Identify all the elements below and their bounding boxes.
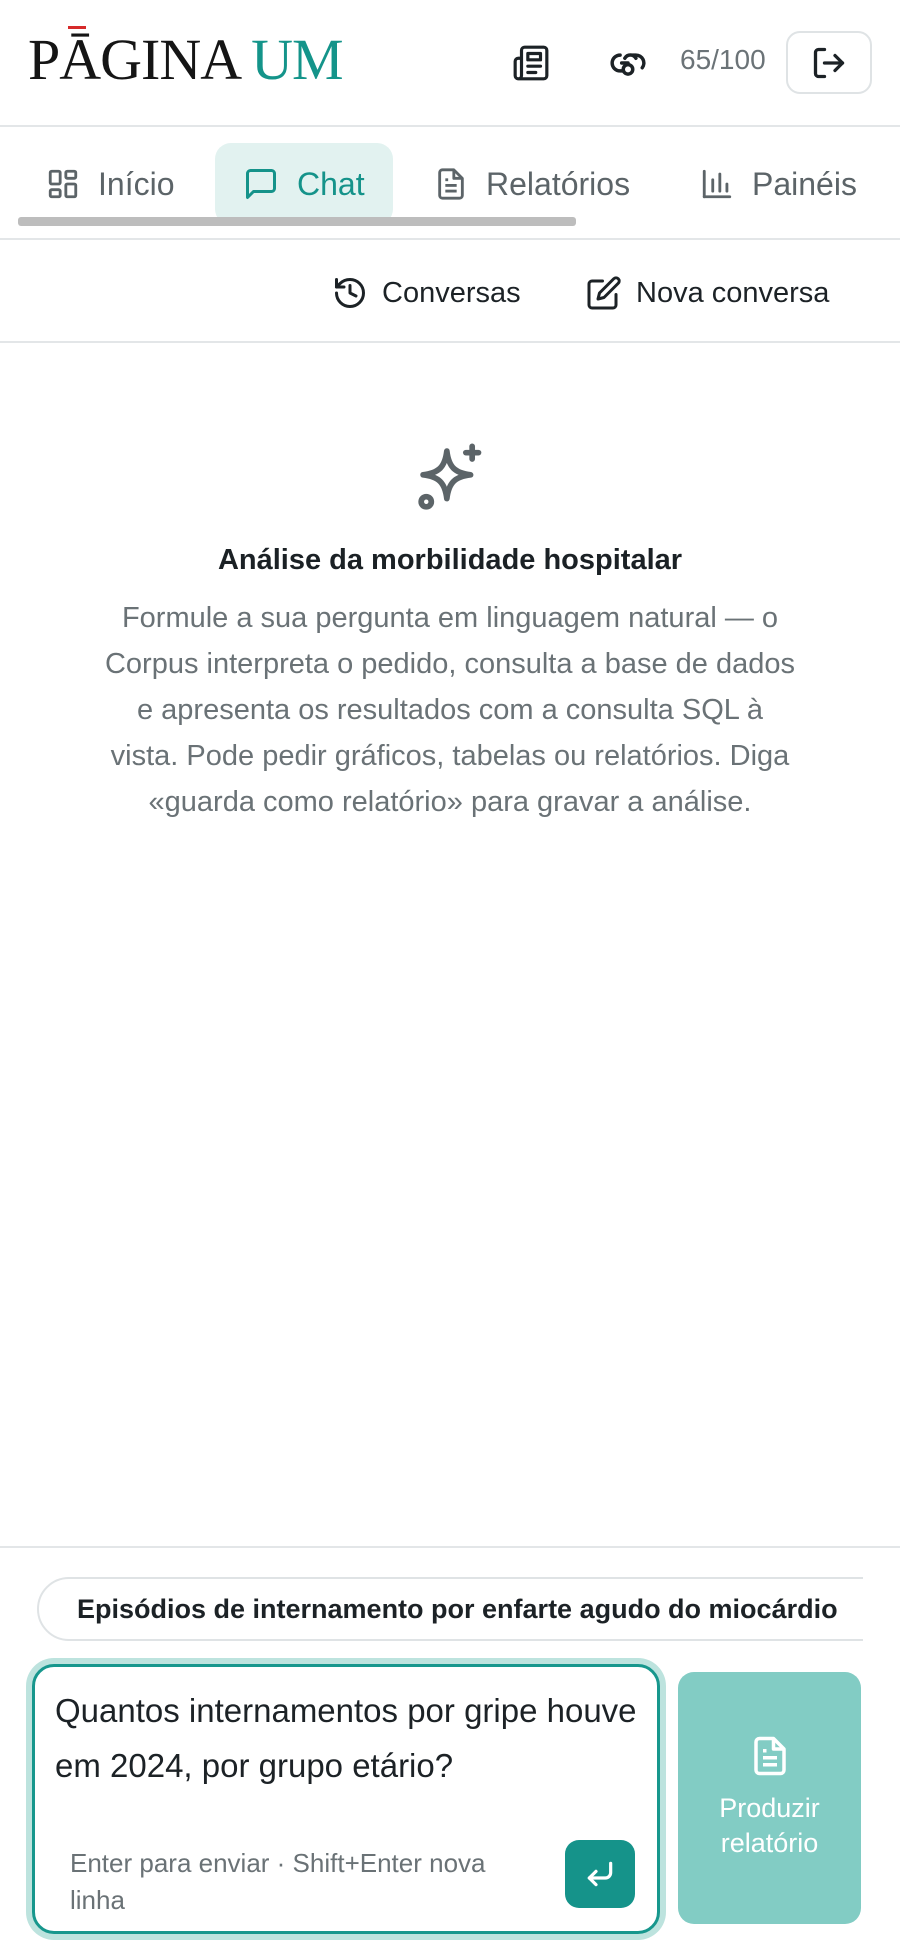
suggestions-strip: Episódios de internamento por enfarte ag… xyxy=(0,1548,863,1658)
conversations-button[interactable]: Conversas xyxy=(332,268,521,318)
produce-report-button[interactable]: Produzir relatório xyxy=(678,1672,861,1924)
empty-state: Análise da morbilidade hospitalar Formul… xyxy=(0,440,900,825)
tab-label: Relatórios xyxy=(486,165,631,202)
app-header: PĀGINA UM 65/100 xyxy=(0,0,900,127)
tab-label: Chat xyxy=(297,165,365,202)
edit-icon xyxy=(587,276,621,310)
usage-quota: 65/100 xyxy=(680,44,766,75)
logo-text-accent: UM xyxy=(251,27,343,92)
newspaper-icon[interactable] xyxy=(506,38,556,88)
report-button-line2: relatório xyxy=(720,1828,819,1858)
tab-inicio[interactable]: Início xyxy=(46,143,174,225)
chat-composer: Quantos internamentos por gripe houve em… xyxy=(32,1664,660,1934)
new-conversation-button[interactable]: Nova conversa xyxy=(586,268,829,318)
tab-label: Início xyxy=(98,165,175,202)
bar-chart-icon xyxy=(702,169,732,199)
sparkle-icon xyxy=(418,443,482,510)
document-icon xyxy=(438,168,464,200)
new-conversation-label: Nova conversa xyxy=(636,276,830,309)
chat-icon xyxy=(246,169,276,199)
send-button[interactable] xyxy=(565,1840,635,1908)
conversations-label: Conversas xyxy=(382,276,521,309)
composer-area: Episódios de internamento por enfarte ag… xyxy=(0,1546,900,1951)
tabs-scrollbar[interactable] xyxy=(18,217,576,226)
link-icon[interactable] xyxy=(603,38,653,88)
empty-state-title: Análise da morbilidade hospitalar xyxy=(217,544,683,576)
empty-state-description: Formule a sua pergunta em linguagem natu… xyxy=(104,602,796,818)
logout-button[interactable] xyxy=(786,31,872,94)
logo[interactable]: PĀGINA UM xyxy=(28,26,344,92)
document-icon xyxy=(753,1736,786,1776)
logo-text-main: PĀGINA xyxy=(28,27,242,92)
logout-icon xyxy=(813,47,845,78)
tab-label: Painéis xyxy=(752,165,857,202)
history-icon xyxy=(335,278,365,308)
tab-chat[interactable]: Chat xyxy=(215,143,393,225)
logo-accent-mark xyxy=(68,26,86,29)
tab-relatorios[interactable]: Relatórios xyxy=(434,143,630,225)
enter-icon xyxy=(587,1861,613,1887)
chat-toolbar: Conversas Nova conversa xyxy=(0,242,900,343)
message-input[interactable]: Quantos internamentos por gripe houve em… xyxy=(55,1683,645,1813)
suggestion-chip[interactable]: Episódios de internamento por enfarte ag… xyxy=(37,1577,863,1641)
composer-hint: Enter para enviar · Shift+Enter nova lin… xyxy=(70,1848,486,1915)
grid-icon xyxy=(48,169,78,199)
tab-paineis[interactable]: Painéis xyxy=(700,143,857,225)
report-button-line1: Produzir xyxy=(719,1793,820,1823)
main-tabs: Início Chat Relatórios Painéis xyxy=(0,129,900,240)
